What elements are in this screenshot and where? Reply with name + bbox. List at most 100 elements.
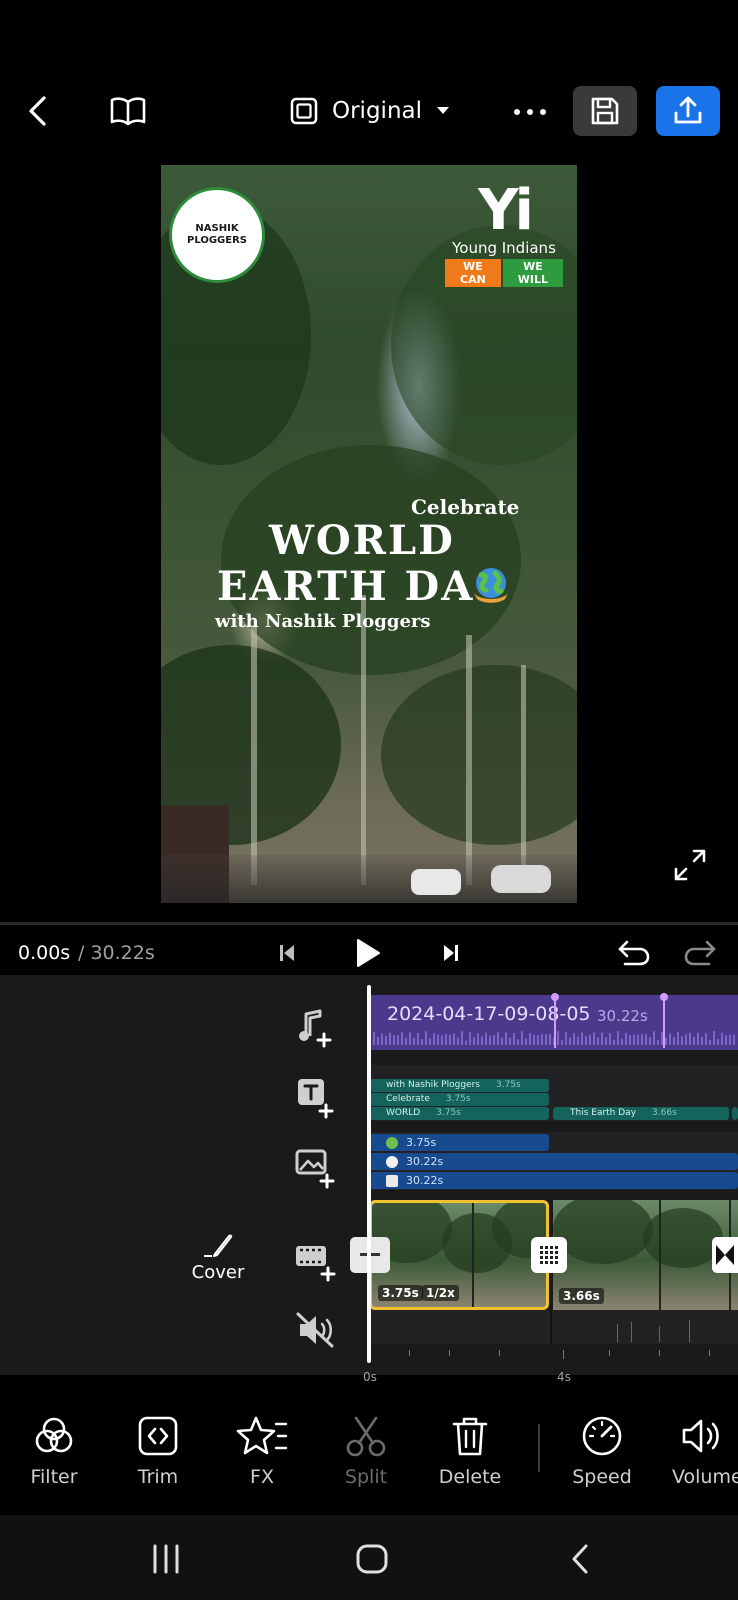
playhead[interactable] bbox=[367, 985, 371, 1363]
sticker-clip-duration: 3.75s bbox=[406, 1136, 437, 1149]
aspect-ratio-icon bbox=[290, 97, 318, 125]
guide-button[interactable] bbox=[104, 90, 152, 132]
overlay-world-text: WORLD bbox=[269, 517, 455, 564]
trim-icon bbox=[138, 1416, 178, 1456]
speed-tool-label: Speed bbox=[572, 1466, 632, 1488]
next-transition-button[interactable] bbox=[712, 1237, 738, 1273]
scissors-icon bbox=[346, 1416, 386, 1457]
system-back-button[interactable] bbox=[554, 1535, 606, 1583]
sticker-clip[interactable]: 30.22s bbox=[369, 1172, 738, 1189]
music-add-icon bbox=[299, 1009, 332, 1048]
split-tool-label: Split bbox=[344, 1466, 388, 1488]
earth-sticker-icon bbox=[386, 1137, 398, 1149]
text-clip-duration: 3.75s bbox=[436, 1108, 461, 1118]
toolbar-separator bbox=[538, 1424, 540, 1472]
audio-keyframe[interactable] bbox=[551, 993, 559, 1048]
video-clip-selected[interactable]: 3.75s 1/2x bbox=[369, 1200, 549, 1310]
video-clip-speed: 1/2x bbox=[422, 1285, 459, 1301]
add-video-button[interactable] bbox=[294, 1240, 338, 1284]
filter-tool-label: Filter bbox=[30, 1466, 78, 1488]
mute-button[interactable] bbox=[294, 1308, 338, 1352]
text-clip[interactable]: This Earth Day 3.66s bbox=[553, 1107, 729, 1120]
text-clip-label: WORLD bbox=[386, 1108, 421, 1118]
speaker-volume-icon bbox=[682, 1419, 719, 1453]
save-button[interactable] bbox=[573, 86, 637, 136]
redo-button[interactable] bbox=[680, 936, 720, 970]
skip-to-end-button[interactable] bbox=[436, 938, 466, 968]
ruler-mark-label: 4s bbox=[557, 1370, 571, 1384]
total-time: / 30.22s bbox=[78, 942, 155, 964]
sticker-clip-duration: 30.22s bbox=[406, 1174, 444, 1187]
export-button[interactable] bbox=[656, 86, 720, 136]
text-clip-label: Celebrate bbox=[386, 1094, 430, 1104]
sticker-clip[interactable]: 30.22s bbox=[369, 1153, 738, 1170]
chevron-down-icon bbox=[437, 107, 450, 114]
skip-to-start-button[interactable] bbox=[272, 938, 302, 968]
audio-clip-label: 2024-04-17-09-08-05 bbox=[387, 1003, 591, 1025]
progress-divider bbox=[0, 922, 738, 925]
yi-tag-we-can: WE CAN bbox=[445, 259, 501, 287]
delete-tool-label: Delete bbox=[438, 1466, 502, 1488]
audio-keyframe[interactable] bbox=[660, 993, 668, 1048]
yi-tag-we-will: WE WILL bbox=[502, 259, 563, 287]
overlay-with-text: with Nashik Ploggers bbox=[215, 611, 431, 632]
transition-button[interactable] bbox=[531, 1237, 567, 1273]
recent-apps-button[interactable] bbox=[140, 1535, 192, 1583]
nashik-logo-sticker-icon bbox=[386, 1156, 398, 1168]
delete-tool-button[interactable]: Delete bbox=[420, 1400, 520, 1488]
text-clip[interactable]: Celebrate 3.75s bbox=[369, 1093, 549, 1106]
book-icon bbox=[110, 97, 146, 126]
home-button[interactable] bbox=[346, 1535, 398, 1583]
yi-logo-sticker-icon bbox=[386, 1175, 398, 1187]
fullscreen-button[interactable] bbox=[670, 845, 710, 885]
speed-tool-button[interactable]: Speed bbox=[552, 1400, 652, 1488]
aspect-ratio-label: Original bbox=[332, 98, 423, 124]
more-options-button[interactable] bbox=[508, 92, 552, 132]
image-add-icon bbox=[295, 1149, 335, 1189]
video-clip[interactable]: 3.66s bbox=[553, 1200, 738, 1310]
back-button[interactable] bbox=[18, 90, 58, 132]
overlay-earth-text: EARTH DA bbox=[217, 563, 475, 610]
pencil-icon bbox=[204, 1234, 233, 1257]
video-clip-duration: 3.66s bbox=[559, 1288, 604, 1304]
text-clip-duration: 3.66s bbox=[652, 1108, 677, 1118]
add-text-button[interactable] bbox=[294, 1075, 338, 1119]
add-audio-button[interactable] bbox=[294, 1006, 338, 1050]
original-audio-markers bbox=[550, 1310, 690, 1344]
audio-track-clip[interactable]: 2024-04-17-09-08-05 30.22s bbox=[369, 993, 738, 1050]
split-tool-button[interactable]: Split bbox=[316, 1400, 416, 1488]
volume-tool-label: Volume bbox=[672, 1466, 738, 1488]
redo-icon bbox=[684, 940, 716, 966]
upload-icon bbox=[674, 96, 702, 124]
audio-clip-duration: 30.22s bbox=[597, 1007, 648, 1025]
cover-button[interactable]: Cover bbox=[178, 1232, 258, 1283]
trash-icon bbox=[452, 1417, 488, 1456]
system-navigation-bar bbox=[0, 1515, 738, 1600]
filter-icon bbox=[35, 1417, 73, 1453]
trim-tool-label: Trim bbox=[137, 1466, 179, 1488]
text-clip[interactable]: with Nashik Ploggers 3.75s bbox=[369, 1079, 549, 1092]
volume-tool-button[interactable]: Volume bbox=[656, 1400, 738, 1488]
undo-button[interactable] bbox=[614, 936, 654, 970]
text-clip-duration: 3.75s bbox=[445, 1094, 471, 1104]
text-clip-edge[interactable] bbox=[732, 1107, 738, 1120]
text-track: with Nashik Ploggers 3.75s Celebrate 3.75s… bbox=[369, 1065, 738, 1121]
filter-tool-button[interactable]: Filter bbox=[4, 1400, 104, 1488]
text-clip-label: This Earth Day bbox=[570, 1108, 637, 1118]
yi-logo-mark: Yi bbox=[478, 178, 534, 243]
sticker-clip[interactable]: 3.75s bbox=[369, 1134, 549, 1151]
undo-icon bbox=[618, 940, 650, 966]
recent-apps-icon bbox=[153, 1544, 179, 1574]
save-disk-icon bbox=[591, 97, 619, 125]
video-preview[interactable]: NASHIK PLOGGERS Yi Young Indians WE CAN … bbox=[161, 165, 577, 903]
current-time: 0.00s bbox=[18, 942, 71, 964]
play-button[interactable] bbox=[348, 932, 388, 974]
aspect-ratio-selector[interactable]: Original bbox=[290, 90, 450, 132]
nashik-ploggers-logo-text: NASHIK PLOGGERS bbox=[187, 223, 247, 246]
text-clip[interactable]: WORLD 3.75s bbox=[369, 1107, 549, 1120]
fx-tool-button[interactable]: FX bbox=[212, 1400, 312, 1488]
skip-end-icon bbox=[444, 945, 458, 961]
system-back-icon bbox=[572, 1544, 588, 1574]
add-sticker-button[interactable] bbox=[294, 1145, 338, 1189]
trim-tool-button[interactable]: Trim bbox=[108, 1400, 208, 1488]
